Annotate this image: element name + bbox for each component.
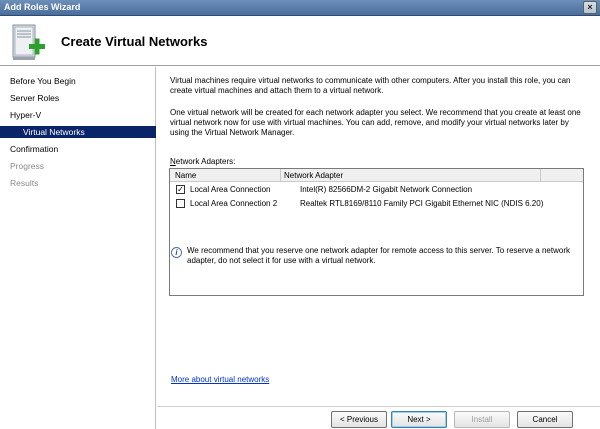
next-button[interactable]: Next >	[391, 411, 447, 428]
list-header: Name Network Adapter	[170, 169, 583, 182]
adapter-checkbox-unchecked[interactable]	[176, 199, 185, 208]
server-add-icon	[12, 24, 45, 60]
install-button: Install	[454, 411, 510, 428]
wizard-header: Create Virtual Networks	[0, 16, 600, 66]
adapter-name: Local Area Connection	[190, 185, 271, 194]
column-divider[interactable]	[540, 169, 541, 182]
wizard-steps-sidebar: Before You Begin Server Roles Hyper-V Vi…	[0, 67, 156, 429]
adapter-row[interactable]: ✓ Local Area Connection Intel(R) 82566DM…	[170, 184, 583, 196]
page-title: Create Virtual Networks	[61, 34, 208, 49]
step-confirmation[interactable]: Confirmation	[10, 144, 58, 154]
intro-paragraph-2: One virtual network will be created for …	[170, 108, 581, 137]
network-adapters-label-text: etwork Adapters:	[175, 157, 236, 166]
adapter-name: Local Area Connection 2	[190, 199, 278, 208]
adapter-checkbox-checked[interactable]: ✓	[176, 185, 185, 194]
adapter-description: Realtek RTL8169/8110 Family PCI Gigabit …	[300, 199, 544, 208]
previous-button[interactable]: < Previous	[331, 411, 387, 428]
window-title: Add Roles Wizard	[4, 2, 81, 12]
more-about-virtual-networks-link[interactable]: More about virtual networks	[171, 375, 269, 384]
step-progress: Progress	[10, 161, 45, 171]
column-divider[interactable]	[280, 169, 281, 182]
adapter-row[interactable]: Local Area Connection 2 Realtek RTL8169/…	[170, 198, 583, 210]
step-results: Results	[10, 178, 39, 188]
intro-paragraph-1: Virtual machines require virtual network…	[170, 76, 571, 95]
column-header-adapter[interactable]: Network Adapter	[284, 171, 343, 180]
step-server-roles[interactable]: Server Roles	[10, 93, 59, 103]
network-adapters-label: Network Adapters:	[170, 157, 235, 166]
close-button[interactable]: ×	[583, 1, 597, 14]
info-message: We recommend that you reserve one networ…	[187, 246, 570, 265]
step-virtual-networks[interactable]: Virtual Networks	[0, 126, 156, 138]
wizard-content: Virtual machines require virtual network…	[157, 67, 600, 406]
wizard-footer: < Previous Next > Install Cancel	[157, 406, 600, 429]
cancel-button[interactable]: Cancel	[517, 411, 573, 428]
column-header-name[interactable]: Name	[175, 171, 196, 180]
network-adapters-list[interactable]: Name Network Adapter ✓ Local Area Connec…	[169, 168, 584, 296]
title-bar: Add Roles Wizard ×	[0, 0, 600, 16]
step-hyper-v[interactable]: Hyper-V	[10, 110, 41, 120]
adapter-description: Intel(R) 82566DM-2 Gigabit Network Conne…	[300, 185, 473, 194]
step-before-you-begin[interactable]: Before You Begin	[10, 76, 76, 86]
info-icon: i	[171, 247, 182, 258]
